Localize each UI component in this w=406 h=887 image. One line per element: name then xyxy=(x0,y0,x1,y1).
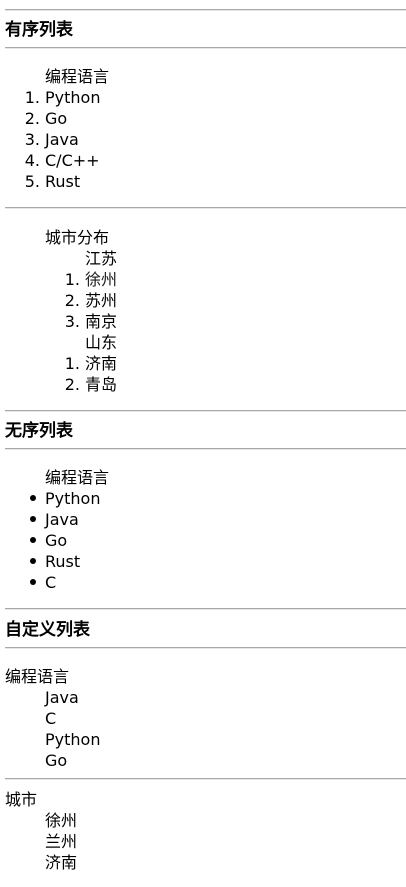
section-divider xyxy=(5,647,406,649)
section-divider xyxy=(5,47,406,49)
section-divider xyxy=(5,778,406,780)
list-number: 5. xyxy=(24,172,40,191)
list-caption: 编程语言 xyxy=(45,67,110,86)
definition-item: C xyxy=(45,709,57,728)
list-number: 3. xyxy=(24,130,40,149)
bullet-icon xyxy=(30,558,36,564)
list-item: C xyxy=(45,573,57,592)
list-item: Java xyxy=(45,510,79,529)
list-item: C/C++ xyxy=(45,151,100,170)
section-divider xyxy=(5,207,406,209)
list-number: 2. xyxy=(24,109,40,128)
list-item: 济南 xyxy=(85,354,118,373)
list-number: 2. xyxy=(64,375,80,394)
section-divider xyxy=(5,410,406,412)
list-item: 徐州 xyxy=(85,270,118,289)
definition-term: 城市 xyxy=(5,790,38,809)
list-item: 苏州 xyxy=(85,291,118,310)
definition-item: Java xyxy=(45,688,79,707)
section-divider xyxy=(5,608,406,610)
list-item: Python xyxy=(45,88,101,107)
list-item: 南京 xyxy=(85,312,118,331)
bullet-icon xyxy=(30,516,36,522)
list-number: 3. xyxy=(64,312,80,331)
top-divider xyxy=(5,9,406,11)
group-label: 江苏 xyxy=(85,249,118,268)
section-divider xyxy=(5,448,406,450)
section-heading-unordered: 无序列表 xyxy=(5,421,73,441)
definition-item: Go xyxy=(45,751,68,770)
list-item: 青岛 xyxy=(85,375,118,394)
definition-item: Python xyxy=(45,730,101,749)
list-item: Go xyxy=(45,109,68,128)
bullet-icon xyxy=(30,537,36,543)
list-item: Rust xyxy=(45,172,81,191)
group-label: 山东 xyxy=(85,333,118,352)
section-heading-definition: 自定义列表 xyxy=(5,620,90,640)
definition-item: 徐州 xyxy=(45,811,78,830)
definition-term: 编程语言 xyxy=(5,667,70,686)
list-number: 4. xyxy=(24,151,40,170)
list-caption: 编程语言 xyxy=(45,468,110,487)
definition-item: 济南 xyxy=(45,853,78,872)
definition-item: 兰州 xyxy=(45,832,78,851)
list-item: Go xyxy=(45,531,68,550)
section-heading-ordered: 有序列表 xyxy=(5,20,73,40)
list-number: 1. xyxy=(64,270,80,289)
bullet-icon xyxy=(30,495,36,501)
list-item: Java xyxy=(45,130,79,149)
list-item: Python xyxy=(45,489,101,508)
list-number: 1. xyxy=(64,354,80,373)
list-item: Rust xyxy=(45,552,81,571)
list-number: 1. xyxy=(24,88,40,107)
bullet-icon xyxy=(30,579,36,585)
list-caption: 城市分布 xyxy=(45,228,110,247)
list-number: 2. xyxy=(64,291,80,310)
